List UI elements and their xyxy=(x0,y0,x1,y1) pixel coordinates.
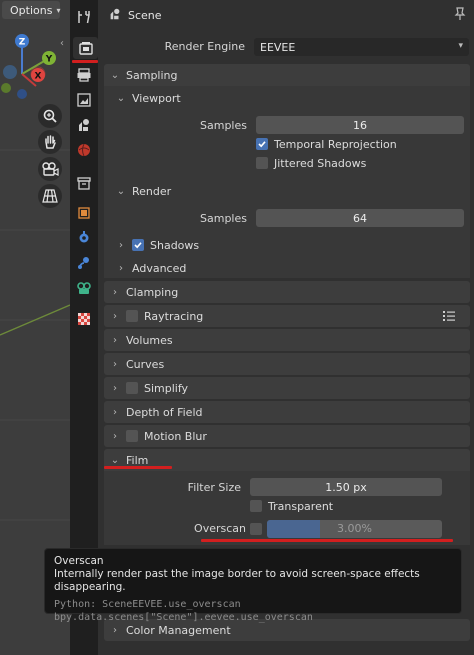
clamping-panel-header[interactable]: › Clamping xyxy=(104,281,470,303)
render-subpanel-header[interactable]: ⌄ Render xyxy=(116,181,171,201)
chevron-right-icon: › xyxy=(119,239,123,251)
gizmo-x-label: X xyxy=(35,72,42,82)
render-engine-label: Render Engine xyxy=(164,40,245,53)
simplify-panel-header[interactable]: › Simplify xyxy=(104,377,470,399)
render-samples-field[interactable]: 64 xyxy=(256,209,464,227)
collection-icon[interactable] xyxy=(73,172,95,194)
zoom-icon[interactable] xyxy=(38,104,62,128)
filter-size-field[interactable]: 1.50 px xyxy=(250,478,442,496)
tooltip-python: Python: SceneEEVEE.use_overscan xyxy=(54,599,241,610)
render-engine-row: Render Engine EEVEE ▾ xyxy=(98,38,474,56)
view-layer-icon[interactable] xyxy=(73,89,95,111)
overscan-slider[interactable]: 3.00% xyxy=(267,520,442,538)
shadows-subpanel-header[interactable]: › Shadows xyxy=(116,235,199,255)
sampling-panel-header[interactable]: ⌄ Sampling xyxy=(104,64,470,86)
render-engine-dropdown[interactable]: EEVEE ▾ xyxy=(254,38,469,56)
options-dropdown[interactable]: Options ▾ xyxy=(2,1,60,19)
chevron-down-icon: ⌄ xyxy=(110,69,120,81)
film-panel-body: Filter Size 1.50 px Transparent Overscan… xyxy=(104,471,470,545)
chevron-right-icon: › xyxy=(113,358,117,370)
chevron-down-icon: ⌄ xyxy=(110,454,120,466)
curves-panel-header[interactable]: › Curves xyxy=(104,353,470,375)
chevron-right-icon: › xyxy=(113,334,117,346)
checkbox-unchecked-icon[interactable] xyxy=(126,430,138,442)
raytracing-panel-header[interactable]: › Raytracing xyxy=(104,305,470,327)
chevron-right-icon: › xyxy=(119,262,123,274)
chevron-down-icon: ⌄ xyxy=(116,185,126,197)
properties-header: Scene xyxy=(98,0,474,30)
volumes-panel-header[interactable]: › Volumes xyxy=(104,329,470,351)
render-tab-highlight xyxy=(72,60,98,63)
gizmo-y-label: Y xyxy=(45,55,53,65)
overscan-checkbox[interactable] xyxy=(250,523,262,535)
gizmo-z-label: Z xyxy=(19,38,26,48)
viewport-subpanel-header[interactable]: ⌄ Viewport xyxy=(116,88,181,108)
chevron-down-icon: ⌄ xyxy=(116,92,126,104)
collapse-toolbar-icon[interactable]: ‹ xyxy=(60,38,64,49)
temporal-reprojection-checkbox[interactable]: Temporal Reprojection xyxy=(256,135,397,153)
sampling-panel-body: ⌄ Viewport Samples 16 Temporal Reproject… xyxy=(104,86,470,278)
object-icon[interactable] xyxy=(73,202,95,224)
render-properties-icon[interactable] xyxy=(73,37,98,59)
transparent-checkbox[interactable]: Transparent xyxy=(250,497,333,515)
tooltip-data-path: bpy.data.scenes["Scene"].eevee.use_overs… xyxy=(54,612,313,623)
tool-icon[interactable] xyxy=(73,6,95,28)
checkbox-checked-icon[interactable] xyxy=(132,239,144,251)
output-properties-icon[interactable] xyxy=(73,64,95,86)
advanced-subpanel-header[interactable]: › Advanced xyxy=(116,258,186,278)
camera-view-icon[interactable] xyxy=(38,157,62,181)
world-icon[interactable] xyxy=(73,139,95,161)
chevron-right-icon: › xyxy=(113,406,117,418)
chevron-right-icon: › xyxy=(113,430,117,442)
scene-properties-icon xyxy=(108,7,122,24)
navigation-gizmo[interactable]: Z Y X xyxy=(0,28,64,102)
constraint-icon[interactable] xyxy=(73,277,95,299)
overscan-highlight xyxy=(201,539,453,542)
checkbox-checked-icon xyxy=(256,138,268,150)
modifier-icon[interactable] xyxy=(73,226,95,248)
pan-hand-icon[interactable] xyxy=(38,130,62,154)
render-samples-label: Samples xyxy=(200,212,247,225)
checkbox-unchecked-icon xyxy=(250,500,262,512)
depth-of-field-panel-header[interactable]: › Depth of Field xyxy=(104,401,470,423)
perspective-grid-icon[interactable] xyxy=(38,184,62,208)
checkbox-unchecked-icon[interactable] xyxy=(126,310,138,322)
chevron-right-icon: › xyxy=(113,310,117,322)
chevron-down-icon: ▾ xyxy=(56,5,61,15)
chevron-right-icon: › xyxy=(113,382,117,394)
texture-icon[interactable] xyxy=(73,308,95,330)
checkbox-unchecked-icon xyxy=(256,157,268,169)
list-presets-icon[interactable] xyxy=(442,309,456,326)
overscan-tooltip: Overscan Internally render past the imag… xyxy=(44,548,462,623)
chevron-right-icon: › xyxy=(113,286,117,298)
tooltip-description: Internally render past the image border … xyxy=(54,568,420,593)
checkbox-unchecked-icon[interactable] xyxy=(126,382,138,394)
film-highlight xyxy=(104,466,172,469)
pin-icon[interactable] xyxy=(454,7,466,24)
filter-size-label: Filter Size xyxy=(187,481,241,494)
viewport-samples-label: Samples xyxy=(200,119,247,132)
motion-blur-panel-header[interactable]: › Motion Blur xyxy=(104,425,470,447)
context-title: Scene xyxy=(128,8,162,22)
viewport-samples-field[interactable]: 16 xyxy=(256,116,464,134)
scene-properties-icon[interactable] xyxy=(73,114,95,136)
tooltip-title: Overscan xyxy=(54,555,104,567)
chevron-right-icon: › xyxy=(113,624,117,636)
overscan-value: 3.00% xyxy=(337,522,372,535)
overscan-label: Overscan xyxy=(194,522,246,535)
physics-icon[interactable] xyxy=(73,252,95,274)
chevron-down-icon: ▾ xyxy=(458,41,463,51)
jittered-shadows-checkbox[interactable]: Jittered Shadows xyxy=(256,154,366,172)
